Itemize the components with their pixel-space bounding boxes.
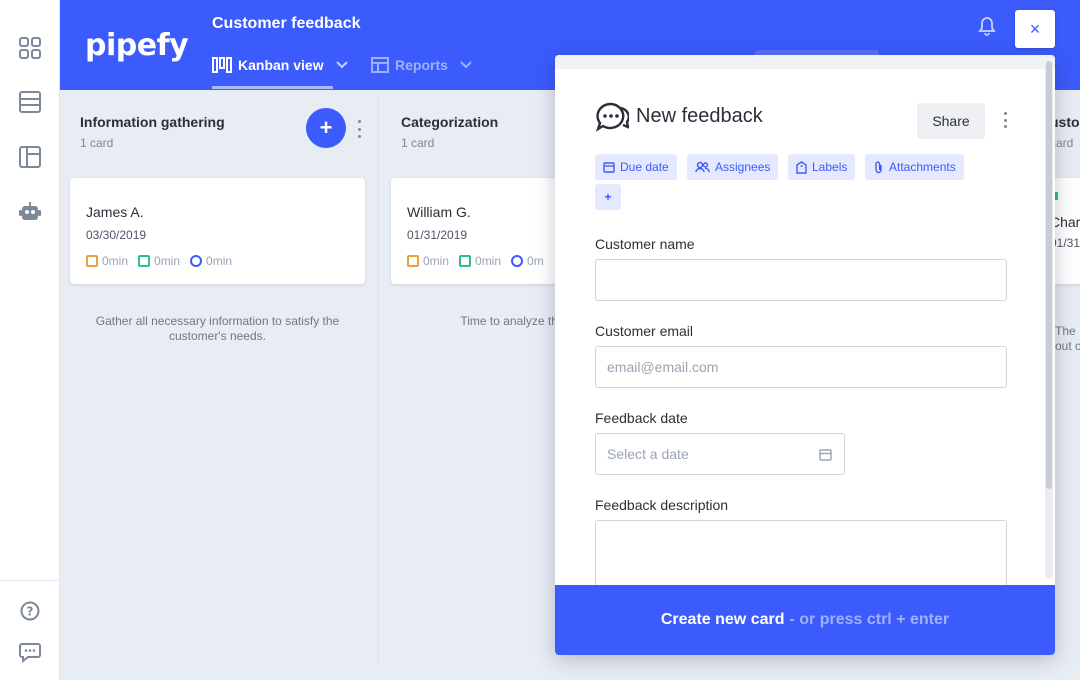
- chip-label: Due date: [620, 160, 669, 174]
- close-icon: ×: [1029, 18, 1041, 39]
- tab-reports[interactable]: Reports: [371, 54, 472, 76]
- repeat-icon: [190, 255, 203, 267]
- tab-label: Kanban view: [238, 57, 324, 73]
- card-timers: 0min 0min 0m: [407, 254, 544, 268]
- plus-icon: +: [319, 115, 333, 140]
- customer-name-label: Customer name: [595, 236, 695, 252]
- chip-label: Assignees: [715, 160, 771, 174]
- chevron-down-icon: [335, 61, 348, 69]
- phase-title: Categorization: [401, 114, 499, 130]
- clock-icon: [86, 255, 98, 267]
- help-icon[interactable]: ?: [17, 598, 43, 624]
- column-divider: [378, 90, 379, 665]
- tab-label: Reports: [395, 57, 448, 73]
- card-date: 03/30/2019: [86, 228, 147, 242]
- add-field-chip[interactable]: +: [595, 184, 621, 210]
- modal-scrollbar-thumb[interactable]: [1046, 61, 1052, 489]
- attachments-chip[interactable]: Attachments: [865, 154, 964, 180]
- timer-late: 0min: [407, 254, 449, 268]
- phase-description: The out c: [1055, 324, 1080, 353]
- customer-name-input[interactable]: [595, 259, 1007, 301]
- clock-icon: [407, 255, 419, 267]
- pipe-title[interactable]: Customer feedback: [212, 15, 361, 33]
- timer-late: 0min: [86, 254, 128, 268]
- chip-label: Attachments: [889, 160, 956, 174]
- phase-column: Information gathering 1 card + James A. …: [60, 90, 380, 680]
- customer-email-label: Customer email: [595, 323, 694, 339]
- active-tab-indicator: [212, 86, 333, 89]
- database-icon[interactable]: [17, 89, 43, 115]
- add-card-button[interactable]: +: [306, 108, 346, 148]
- card-title: William G.: [407, 204, 471, 220]
- assignees-chip[interactable]: Assignees: [687, 154, 779, 180]
- timer-value: 0min: [206, 254, 233, 268]
- kanban-card[interactable]: James A. 03/30/2019 0min 0min 0min: [70, 178, 365, 284]
- timer-value: 0min: [102, 254, 129, 268]
- check-clock-icon: [138, 255, 151, 267]
- customer-email-input[interactable]: email@email.com: [595, 346, 1007, 388]
- phase-card-count: 1 card: [80, 136, 114, 150]
- check-clock-icon: [459, 255, 472, 267]
- bell-icon[interactable]: [977, 16, 997, 36]
- kanban-icon: [212, 57, 232, 73]
- calendar-icon: [819, 448, 832, 461]
- timer-done: 0min: [459, 254, 501, 268]
- dashboard-icon[interactable]: [17, 35, 43, 61]
- tag-icon: [796, 160, 807, 174]
- users-icon: [695, 161, 710, 173]
- timer-done: 0min: [138, 254, 180, 268]
- layout-icon[interactable]: [17, 144, 43, 170]
- repeat-icon: [511, 255, 524, 267]
- paperclip-icon: [875, 161, 882, 173]
- timer-cycle: 0m: [511, 254, 544, 268]
- timer-value: 0min: [154, 254, 181, 268]
- create-card-button[interactable]: Create new card - or press ctrl + enter: [555, 585, 1055, 655]
- timer-value: 0m: [527, 254, 544, 268]
- chat-bubbles-icon: [595, 101, 630, 133]
- phase-card-count: 1 card: [401, 136, 435, 150]
- close-modal-button[interactable]: ×: [1015, 10, 1055, 48]
- left-rail: ?: [0, 0, 60, 680]
- rail-divider: [0, 580, 60, 581]
- feedback-description-label: Feedback description: [595, 497, 729, 513]
- modal-title: New feedback: [636, 105, 763, 127]
- new-card-modal: New feedback Share Due date Assignees La…: [555, 55, 1055, 655]
- create-card-label: Create new card: [660, 611, 785, 628]
- timer-value: 0min: [475, 254, 502, 268]
- card-title: James A.: [86, 204, 144, 220]
- modal-top-strip: [555, 55, 1055, 69]
- input-placeholder: Select a date: [607, 446, 689, 462]
- tab-kanban-view[interactable]: Kanban view: [212, 54, 348, 76]
- feedback-date-label: Feedback date: [595, 410, 688, 426]
- robot-icon[interactable]: [17, 199, 43, 225]
- feedback-date-picker[interactable]: Select a date: [595, 433, 845, 475]
- share-button[interactable]: Share: [917, 103, 985, 139]
- labels-chip[interactable]: Labels: [788, 154, 856, 180]
- phase-title: Information gathering: [80, 114, 225, 130]
- phase-menu-icon[interactable]: [356, 120, 362, 138]
- card-date: 01/31/2019: [407, 228, 468, 242]
- input-placeholder: email@email.com: [607, 359, 719, 375]
- pipefy-logo[interactable]: pipefy: [85, 28, 189, 63]
- modal-menu-icon[interactable]: [1002, 112, 1008, 128]
- due-date-chip[interactable]: Due date: [595, 154, 677, 180]
- calendar-icon: [603, 162, 615, 173]
- feedback-description-textarea[interactable]: [595, 520, 1007, 590]
- svg-text:?: ?: [27, 605, 34, 619]
- chevron-down-icon: [460, 61, 472, 69]
- chip-label: Labels: [812, 160, 848, 174]
- timer-cycle: 0min: [190, 254, 232, 268]
- reports-icon: [371, 57, 389, 73]
- chat-icon[interactable]: [17, 639, 43, 665]
- card-timers: 0min 0min 0min: [86, 254, 232, 268]
- phase-description: Gather all necessary information to sati…: [95, 314, 340, 343]
- create-card-shortcut-hint: - or press ctrl + enter: [789, 611, 950, 628]
- timer-value: 0min: [423, 254, 450, 268]
